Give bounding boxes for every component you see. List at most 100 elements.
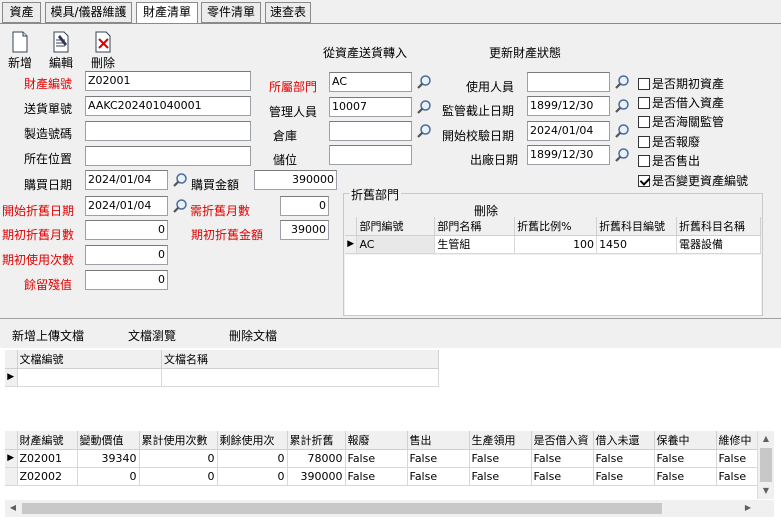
initial-depreciation-amount-field[interactable]: 39000 <box>280 220 329 240</box>
bin-field[interactable] <box>329 145 412 165</box>
cell[interactable]: 390000 <box>287 467 346 486</box>
cell-dep-ratio[interactable]: 100 <box>514 235 598 254</box>
tab-quick-lookup[interactable]: 速查表 <box>265 2 311 23</box>
check-initial-asset[interactable]: 是否期初資產 <box>638 75 724 92</box>
cell[interactable]: 0 <box>139 467 218 486</box>
factory-date-search-icon[interactable] <box>614 147 630 163</box>
calibration-start-field[interactable]: 2024/01/04 <box>527 121 610 141</box>
depreciation-months-field[interactable]: 0 <box>280 196 329 216</box>
cell-dept-no[interactable]: AC <box>356 235 436 254</box>
transfer-from-delivery-link[interactable]: 從資產送貨轉入 <box>323 44 407 61</box>
checkbox-scrapped[interactable] <box>638 136 650 148</box>
check-sold[interactable]: 是否售出 <box>638 152 700 169</box>
user-field[interactable] <box>527 72 610 92</box>
checkbox-customs-supervised[interactable] <box>638 116 650 128</box>
delivery-no-field[interactable]: AAKC202401040001 <box>85 96 251 116</box>
cell[interactable]: 0 <box>217 467 288 486</box>
horizontal-scroll-thumb[interactable] <box>22 503 662 514</box>
upload-document-link[interactable]: 新增上傳文檔 <box>12 327 84 344</box>
purchase-date-search-icon[interactable] <box>172 172 188 188</box>
cell[interactable]: 0 <box>139 449 218 468</box>
checkbox-borrowed-asset[interactable] <box>638 97 650 109</box>
vertical-scroll-thumb[interactable] <box>760 448 772 482</box>
calibration-start-search-icon[interactable] <box>614 123 630 139</box>
purchase-date-field[interactable]: 2024/01/04 <box>85 170 168 190</box>
cell[interactable]: False <box>654 467 717 486</box>
assets-vertical-scrollbar[interactable]: ▲ ▼ <box>757 431 774 499</box>
check-customs-supervised[interactable]: 是否海關監管 <box>638 113 724 130</box>
cell[interactable]: False <box>593 449 655 468</box>
cell-doc-name[interactable] <box>161 368 439 387</box>
row-selector-icon[interactable]: ▶ <box>345 235 358 254</box>
scroll-up-icon[interactable]: ▲ <box>758 431 774 447</box>
asset-no-field[interactable]: Z02001 <box>85 71 251 91</box>
purchase-amount-field[interactable]: 390000 <box>254 170 337 190</box>
edit-button[interactable]: 編輯 <box>43 31 79 71</box>
cell[interactable]: 0 <box>217 449 288 468</box>
cell[interactable]: False <box>531 449 594 468</box>
browse-document-link[interactable]: 文檔瀏覽 <box>128 327 176 344</box>
user-search-icon[interactable] <box>614 74 630 90</box>
cell[interactable]: False <box>469 449 532 468</box>
cell[interactable]: 39340 <box>77 449 140 468</box>
cell-dep-account-no[interactable]: 1450 <box>596 235 678 254</box>
cell[interactable]: False <box>345 449 408 468</box>
cell[interactable]: False <box>593 467 655 486</box>
table-row[interactable]: ▶ Z02001 39340 0 0 78000 False False Fal… <box>5 449 758 468</box>
cell[interactable]: False <box>345 467 408 486</box>
check-change-asset-no[interactable]: 是否變更資產編號 <box>638 172 748 189</box>
cell[interactable]: Z02001 <box>17 449 78 468</box>
delete-button[interactable]: 刪除 <box>85 31 121 71</box>
manager-search-icon[interactable] <box>416 99 432 115</box>
scroll-left-icon[interactable]: ◀ <box>5 500 21 516</box>
assets-horizontal-scrollbar[interactable]: ◀ ▶ <box>5 500 774 517</box>
checkbox-change-asset-no[interactable] <box>638 175 650 187</box>
location-field[interactable] <box>85 146 251 166</box>
cell[interactable]: False <box>407 467 470 486</box>
manager-field[interactable]: 10007 <box>329 97 412 117</box>
cell[interactable]: 78000 <box>287 449 346 468</box>
doc-row-selector-icon[interactable]: ▶ <box>5 368 18 387</box>
scroll-down-icon[interactable]: ▼ <box>758 483 774 499</box>
tab-asset[interactable]: 資產 <box>2 2 41 23</box>
checkbox-initial-asset[interactable] <box>638 78 650 90</box>
cell[interactable]: 0 <box>77 467 140 486</box>
cell[interactable]: False <box>531 467 594 486</box>
supervise-end-field[interactable]: 1899/12/30 <box>527 96 610 116</box>
assets-row-header[interactable] <box>5 467 18 486</box>
check-scrapped[interactable]: 是否報廢 <box>638 133 700 150</box>
tab-parts-list[interactable]: 零件清單 <box>201 2 261 23</box>
update-status-link[interactable]: 更新財產狀態 <box>489 44 561 61</box>
cell-dep-account-name[interactable]: 電器設備 <box>676 235 761 254</box>
delete-document-link[interactable]: 刪除文檔 <box>229 327 277 344</box>
serial-field[interactable] <box>85 121 251 141</box>
supervise-end-search-icon[interactable] <box>614 98 630 114</box>
initial-use-count-field[interactable]: 0 <box>85 245 168 265</box>
table-row[interactable]: ▶ <box>5 368 439 387</box>
cell-doc-no[interactable] <box>17 368 163 387</box>
depreciation-start-field[interactable]: 2024/01/04 <box>85 196 168 216</box>
initial-depreciation-months-field[interactable]: 0 <box>85 220 168 240</box>
checkbox-sold[interactable] <box>638 155 650 167</box>
table-row[interactable]: Z02002 0 0 0 390000 False False False Fa… <box>5 467 758 486</box>
cell-dept-name[interactable]: 生管組 <box>434 235 516 254</box>
department-field[interactable]: AC <box>329 72 412 92</box>
cell[interactable]: False <box>407 449 470 468</box>
factory-date-field[interactable]: 1899/12/30 <box>527 145 610 165</box>
scroll-right-icon[interactable]: ▶ <box>740 500 756 516</box>
warehouse-search-icon[interactable] <box>416 123 432 139</box>
new-button[interactable]: 新增 <box>2 31 38 71</box>
warehouse-field[interactable] <box>329 121 412 141</box>
tab-property-list[interactable]: 財產清單 <box>136 2 198 24</box>
cell[interactable]: False <box>654 449 717 468</box>
department-search-icon[interactable] <box>416 74 432 90</box>
cell[interactable]: False <box>716 467 758 486</box>
depreciation-start-search-icon[interactable] <box>172 198 188 214</box>
assets-row-selector-icon[interactable]: ▶ <box>5 449 18 468</box>
residual-value-field[interactable]: 0 <box>85 270 168 290</box>
cell[interactable]: Z02002 <box>17 467 78 486</box>
table-row[interactable]: ▶ AC 生管組 100 1450 電器設備 <box>345 235 761 254</box>
check-borrowed-asset[interactable]: 是否借入資產 <box>638 94 724 111</box>
cell[interactable]: False <box>716 449 758 468</box>
tab-mold-maintenance[interactable]: 模具/儀器維護 <box>45 2 132 23</box>
